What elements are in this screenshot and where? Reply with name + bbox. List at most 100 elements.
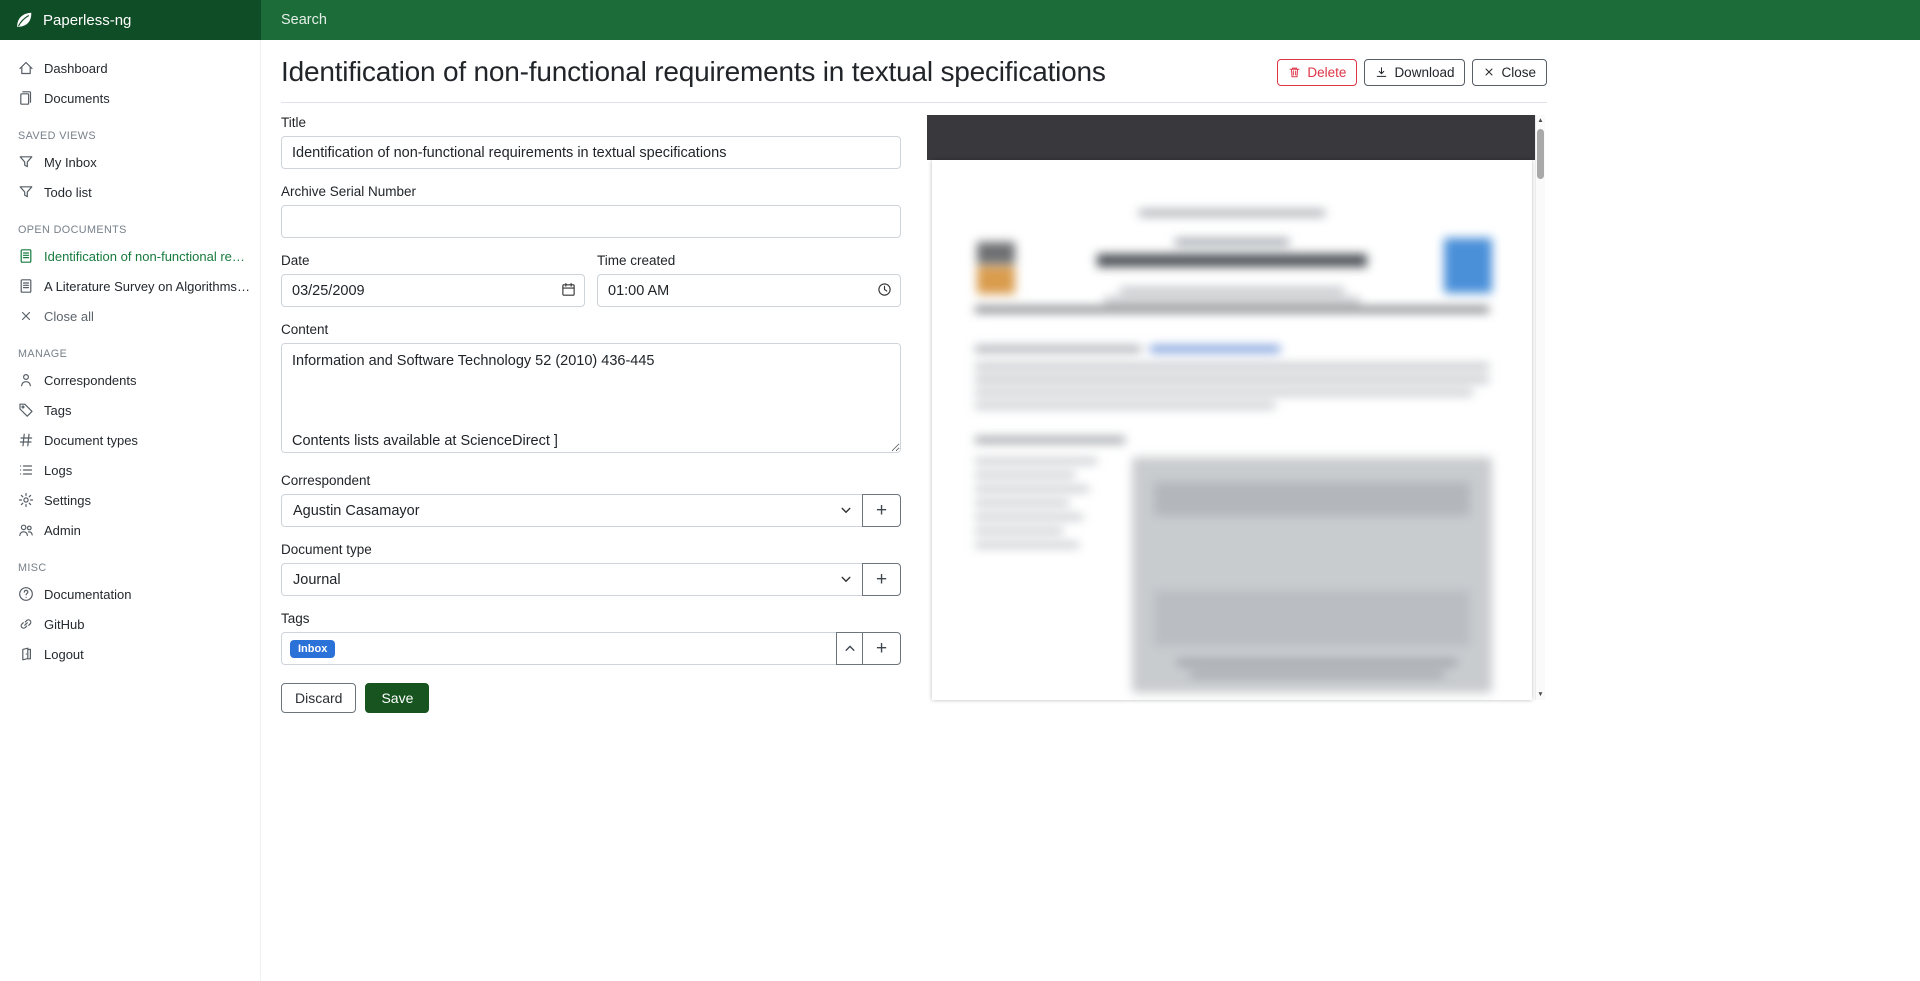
calendar-icon: [561, 282, 576, 302]
funnel-icon: [18, 184, 34, 200]
add-tag-button[interactable]: +: [862, 632, 901, 665]
main-area: Identification of non-functional require…: [261, 40, 1920, 981]
leaf-icon: [14, 10, 34, 30]
sidebar-item-label: Logs: [44, 463, 72, 478]
header-divider: [281, 102, 1547, 103]
sidebar: Dashboard Documents SAVED VIEWS My Inbox…: [0, 40, 261, 981]
sidebar-item-label: Settings: [44, 493, 91, 508]
sidebar-section-saved-views: SAVED VIEWS: [0, 113, 260, 147]
app-logo[interactable]: Paperless-ng: [0, 0, 261, 40]
sidebar-item-close-all[interactable]: Close all: [0, 301, 260, 331]
tag-badge-inbox[interactable]: Inbox: [290, 640, 335, 658]
people-icon: [18, 522, 34, 538]
sidebar-item-todo-list[interactable]: Todo list: [0, 177, 260, 207]
sidebar-item-open-doc-1[interactable]: Identification of non-functional require…: [0, 241, 260, 271]
sidebar-item-correspondents[interactable]: Correspondents: [0, 365, 260, 395]
sidebar-item-documents[interactable]: Documents: [0, 83, 260, 113]
chevron-up-icon: [845, 645, 855, 652]
scrollbar-thumb[interactable]: [1537, 129, 1544, 179]
house-icon: [18, 60, 34, 76]
pdf-preview: ▲ ▼: [927, 115, 1545, 700]
sidebar-item-label: Correspondents: [44, 373, 137, 388]
sidebar-item-label: Document types: [44, 433, 138, 448]
sidebar-section-manage: MANAGE: [0, 331, 260, 365]
files-icon: [18, 90, 34, 106]
content-label: Content: [281, 322, 901, 337]
sidebar-item-dashboard[interactable]: Dashboard: [0, 53, 260, 83]
scroll-down-icon[interactable]: ▼: [1536, 691, 1545, 698]
tags-dropdown-button[interactable]: [836, 632, 863, 665]
document-edit-form: Title Archive Serial Number Date: [281, 115, 901, 713]
app-title: Paperless-ng: [43, 12, 131, 29]
sidebar-item-admin[interactable]: Admin: [0, 515, 260, 545]
sidebar-item-tags[interactable]: Tags: [0, 395, 260, 425]
download-icon: [1375, 66, 1388, 79]
sidebar-section-misc: MISC: [0, 545, 260, 579]
download-button[interactable]: Download: [1364, 59, 1465, 86]
delete-button[interactable]: Delete: [1277, 59, 1357, 86]
hash-icon: [18, 432, 34, 448]
sidebar-item-label: Close all: [44, 309, 94, 324]
sidebar-item-label: Documents: [44, 91, 110, 106]
save-button[interactable]: Save: [365, 683, 429, 713]
sidebar-item-logout[interactable]: Logout: [0, 639, 260, 669]
sidebar-item-my-inbox[interactable]: My Inbox: [0, 147, 260, 177]
title-label: Title: [281, 115, 901, 130]
close-button[interactable]: Close: [1472, 59, 1547, 86]
sidebar-item-logs[interactable]: Logs: [0, 455, 260, 485]
top-navbar: Paperless-ng: [0, 0, 1920, 40]
file-text-icon: [18, 278, 34, 294]
discard-button[interactable]: Discard: [281, 683, 356, 713]
add-document-type-button[interactable]: +: [862, 563, 901, 596]
tag-icon: [18, 402, 34, 418]
asn-label: Archive Serial Number: [281, 184, 901, 199]
content-textarea[interactable]: Information and Software Technology 52 (…: [281, 343, 901, 453]
asn-input[interactable]: [281, 205, 901, 238]
global-search-input[interactable]: [261, 0, 1920, 40]
time-created-label: Time created: [597, 253, 901, 268]
sidebar-item-label: Tags: [44, 403, 71, 418]
date-label: Date: [281, 253, 585, 268]
time-created-input[interactable]: [597, 274, 901, 307]
date-input[interactable]: [281, 274, 585, 307]
trash-icon: [1288, 66, 1301, 79]
close-icon: [1483, 66, 1495, 78]
sidebar-item-settings[interactable]: Settings: [0, 485, 260, 515]
sidebar-item-label: My Inbox: [44, 155, 97, 170]
sidebar-item-label: Admin: [44, 523, 81, 538]
funnel-icon: [18, 154, 34, 170]
sidebar-item-label: Logout: [44, 647, 84, 662]
sidebar-item-documentation[interactable]: Documentation: [0, 579, 260, 609]
sidebar-item-label: GitHub: [44, 617, 84, 632]
sidebar-item-github[interactable]: GitHub: [0, 609, 260, 639]
x-icon: [18, 308, 34, 324]
pdf-page-blurred-content: [932, 160, 1532, 700]
gear-icon: [18, 492, 34, 508]
sidebar-section-open-documents: OPEN DOCUMENTS: [0, 207, 260, 241]
preview-scrollbar[interactable]: ▲ ▼: [1535, 115, 1545, 700]
title-input[interactable]: [281, 136, 901, 169]
correspondent-select[interactable]: Agustin Casamayor: [281, 494, 863, 527]
document-actions: Delete Download Close: [1277, 59, 1547, 86]
chevron-down-icon: [841, 576, 851, 583]
person-icon: [18, 372, 34, 388]
correspondent-label: Correspondent: [281, 473, 901, 488]
sidebar-item-label: A Literature Survey on Algorithms for Mu…: [44, 279, 250, 294]
page-title: Identification of non-functional require…: [281, 56, 1106, 88]
sidebar-item-label: Dashboard: [44, 61, 108, 76]
sidebar-item-document-types[interactable]: Document types: [0, 425, 260, 455]
sidebar-item-open-doc-2[interactable]: A Literature Survey on Algorithms for Mu…: [0, 271, 260, 301]
question-icon: [18, 586, 34, 602]
link-icon: [18, 616, 34, 632]
document-type-select[interactable]: Journal: [281, 563, 863, 596]
add-correspondent-button[interactable]: +: [862, 494, 901, 527]
sidebar-item-label: Documentation: [44, 587, 131, 602]
door-icon: [18, 646, 34, 662]
pdf-toolbar: [927, 115, 1535, 160]
sidebar-item-label: Identification of non-functional require…: [44, 249, 250, 264]
document-type-label: Document type: [281, 542, 901, 557]
sidebar-item-label: Todo list: [44, 185, 92, 200]
clock-icon: [877, 282, 892, 302]
tags-input[interactable]: Inbox: [281, 632, 837, 665]
scroll-up-icon[interactable]: ▲: [1536, 117, 1545, 124]
